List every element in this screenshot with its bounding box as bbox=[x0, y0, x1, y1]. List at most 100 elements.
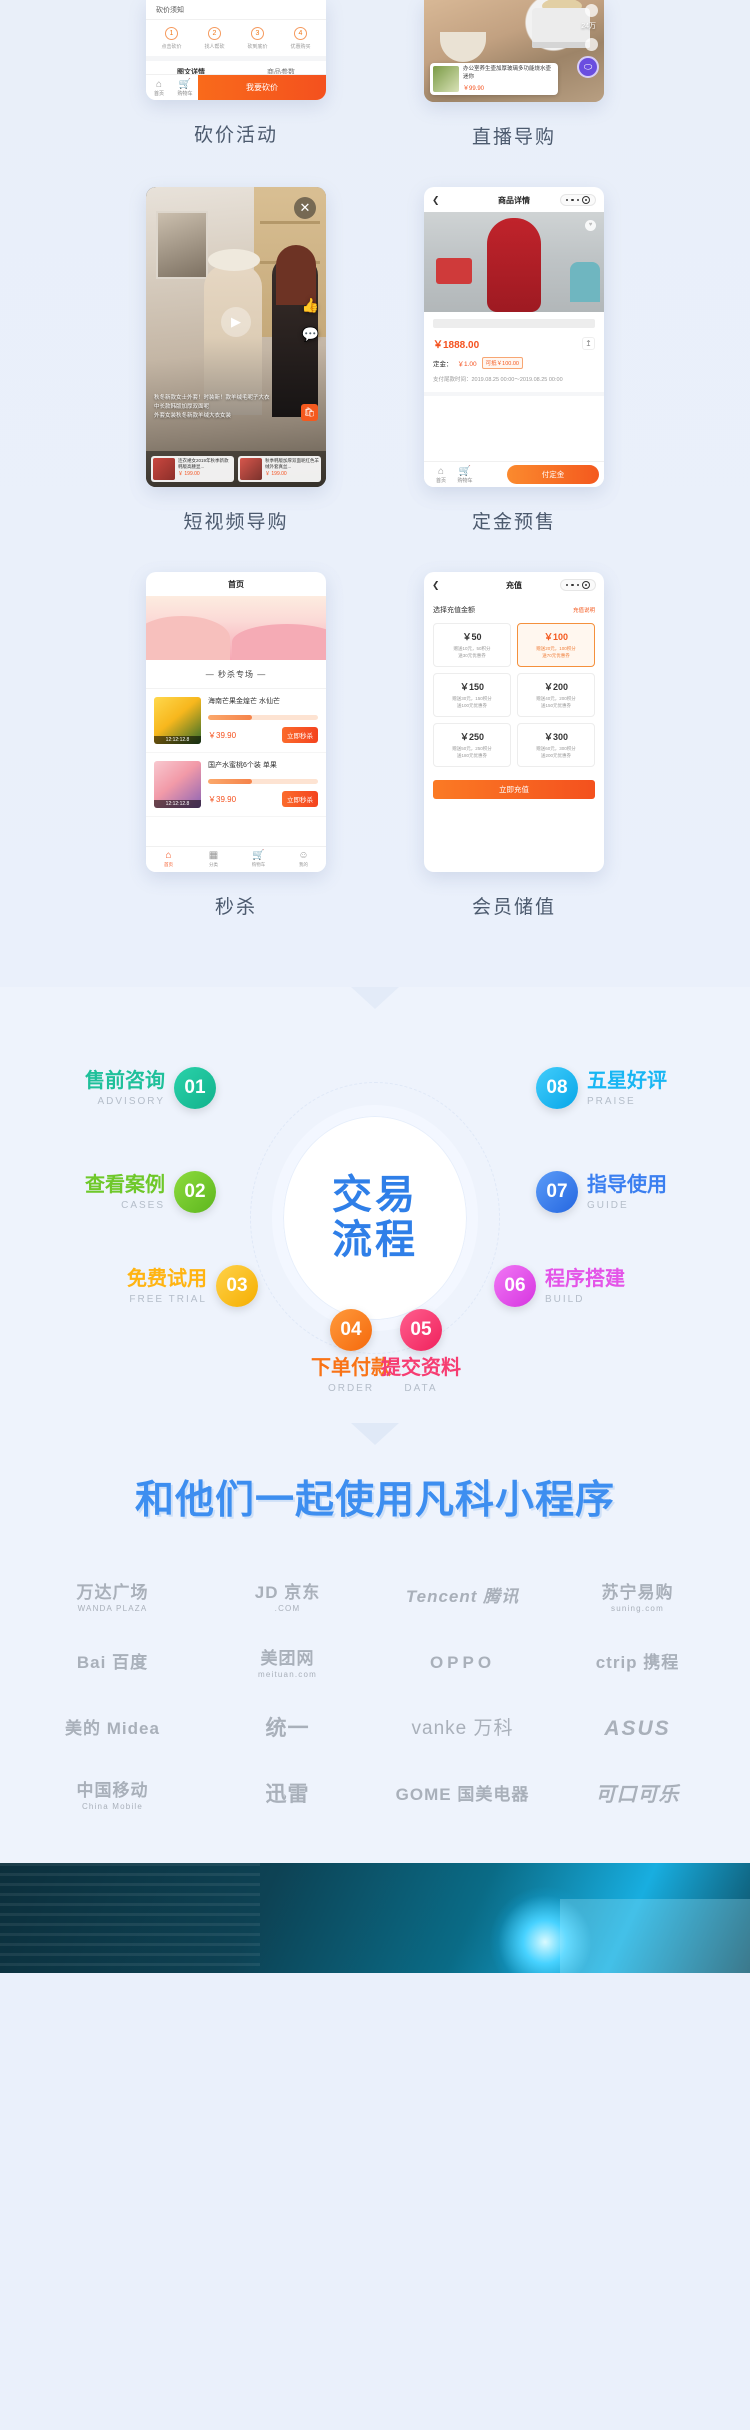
tab-category[interactable]: ▦ 分类 bbox=[191, 847, 236, 872]
amount-option-selected[interactable]: ￥100 赠送20元，100积分 送70元优惠券 bbox=[517, 623, 595, 667]
flow-diagram: 交易 流程 01 售前咨询 ADVISORY 02 查看案例 CASES 03 免费… bbox=[65, 1053, 685, 1394]
flow-node-03[interactable]: 03 免费试用 FREE TRIAL bbox=[127, 1265, 258, 1307]
phone-shortvideo[interactable]: ✕ ▶ 👍 💬 秋冬新款女士外套！时装新！款羊绒毛呢子大衣 中长款韩版加厚双面呢… bbox=[146, 187, 326, 487]
footer-blinds-decor bbox=[0, 1863, 260, 1973]
overlay-line-1: 秋冬新款女士外套！时装新！款羊绒毛呢子大衣 bbox=[154, 394, 270, 401]
recharge-subtitle-row: 选择充值金额 充值说明 bbox=[424, 597, 604, 619]
amount-desc: 赠送20元，100积分 送70元优惠券 bbox=[536, 646, 576, 658]
close-icon[interactable]: ✕ bbox=[294, 197, 316, 219]
list-item[interactable]: 连衣裙女2019年秋季新款韩版高腰显... ￥ 199.00 bbox=[151, 456, 234, 482]
wechat-capsule[interactable] bbox=[559, 579, 596, 591]
product-info: 秋季韩版加厚双面呢红色羊绒外套真丝... ￥ 199.00 bbox=[265, 458, 319, 480]
partners-title: 和他们一起使用凡科小程序 bbox=[134, 1479, 615, 1522]
caption-seckill: 秒杀 bbox=[214, 897, 257, 918]
flow-node-text: 提交资料 DATA bbox=[381, 1357, 461, 1394]
product-info: 办公室养生壶加厚玻璃多功能烧水壶迷你 ￥99.90 bbox=[463, 66, 555, 92]
phone-bargain[interactable]: 砍价须知 1 点击砍价 2 找人帮砍 3 砍到底价 4 优惠购买 图文详情 商品参数 ⌂… bbox=[146, 0, 326, 100]
list-item[interactable]: 12:12:12.8 国产水蜜桃6个装 单果 ￥39.90 立即秒杀 bbox=[146, 753, 326, 817]
list-item[interactable]: 12:12:12.8 海南芒果金煌芒 水仙芒 ￥39.90 立即秒杀 bbox=[146, 689, 326, 753]
phone-recharge[interactable]: ❮ 充值 选择充值金额 充值说明 ￥50 赠送10元，50积分 送30元优惠券 ￥ bbox=[424, 572, 604, 872]
step-label: 点击砍价 bbox=[161, 44, 182, 50]
target-icon[interactable] bbox=[582, 196, 590, 204]
progress-bar bbox=[208, 715, 318, 721]
cart-icon: 🛒 bbox=[252, 850, 265, 861]
flow-node-02[interactable]: 02 查看案例 CASES bbox=[85, 1171, 216, 1213]
pay-time-text: 支付尾款时间：2019.08.25 00:00～2019.08.25 00:00 bbox=[433, 377, 563, 383]
cart-icon[interactable]: 🛒 购物车 bbox=[453, 466, 477, 484]
bargain-steps: 1 点击砍价 2 找人帮砍 3 砍到底价 4 优惠购买 bbox=[146, 20, 326, 61]
amount-option[interactable]: ￥150 赠送30元，150积分 送100元优惠券 bbox=[433, 672, 511, 717]
more-dots-icon bbox=[565, 198, 568, 202]
step-item: 2 找人帮砍 bbox=[204, 27, 225, 50]
product-name: 国产水蜜桃6个装 单果 bbox=[208, 762, 277, 769]
shopping-bag-icon[interactable]: ⬭ bbox=[577, 56, 599, 78]
flow-node-text: 免费试用 FREE TRIAL bbox=[127, 1268, 207, 1305]
flow-node-text: 查看案例 CASES bbox=[85, 1174, 165, 1211]
recharge-button[interactable]: 立即充值 bbox=[433, 779, 595, 799]
amount-option[interactable]: ￥300 赠送60元，300积分 送200元优惠券 bbox=[517, 722, 595, 767]
amount-option[interactable]: ￥50 赠送10元，50积分 送30元优惠券 bbox=[433, 623, 511, 667]
tab-home[interactable]: ⌂ 首页 bbox=[146, 847, 191, 872]
flow-node-05[interactable]: 05 提交资料 DATA bbox=[381, 1309, 461, 1394]
pay-deposit-button[interactable]: 付定金 bbox=[507, 465, 599, 484]
logo-secondary: suning.com bbox=[611, 1604, 664, 1614]
showcase-cell-shortvideo: ✕ ▶ 👍 💬 秋冬新款女士外套！时装新！款羊绒毛呢子大衣 中长款韩版加厚双面呢… bbox=[116, 187, 356, 572]
video-mirror-decor bbox=[156, 211, 208, 279]
divider bbox=[424, 392, 604, 396]
flow-node-04[interactable]: 04 下单付款 ORDER bbox=[311, 1309, 391, 1394]
like-icon[interactable]: 👍 bbox=[302, 297, 319, 314]
cart-icon[interactable]: 🛒 购物车 bbox=[172, 79, 198, 97]
video-product-list: 连衣裙女2019年秋季新款韩版高腰显... ￥ 199.00 秋季韩版加厚双面呢… bbox=[146, 451, 326, 487]
caption-deposit: 定金预售 bbox=[471, 512, 556, 533]
recharge-help-link[interactable]: 充值说明 bbox=[573, 606, 595, 614]
tab-cart[interactable]: 🛒 购物车 bbox=[236, 847, 281, 872]
flow-node-number: 08 bbox=[536, 1067, 578, 1109]
product-price: ￥39.90 bbox=[208, 730, 237, 740]
logo: Bai 百度 bbox=[77, 1653, 148, 1675]
seckill-button[interactable]: 立即秒杀 bbox=[282, 791, 318, 808]
flow-node-text: 五星好评 PRAISE bbox=[587, 1070, 667, 1107]
recharge-navbar: ❮ 充值 bbox=[424, 572, 604, 597]
play-icon[interactable]: ▶ bbox=[221, 307, 251, 337]
flow-node-08[interactable]: 08 五星好评 PRAISE bbox=[536, 1067, 667, 1109]
logo-primary: 苏宁易购 bbox=[601, 1582, 674, 1602]
phone-live[interactable]: 24万 Sunnyli：这个质量是真的好! 木头哥：我想买! Yuchy：这个真… bbox=[424, 0, 604, 102]
tab-mine[interactable]: ☺ 我的 bbox=[281, 847, 326, 872]
comment-icon[interactable]: 💬 bbox=[302, 326, 319, 343]
share-icon[interactable]: ↥ bbox=[582, 337, 595, 350]
heart-icon[interactable]: ♥ bbox=[585, 220, 596, 231]
live-product-card[interactable]: 办公室养生壶加厚玻璃多功能烧水壶迷你 ￥99.90 bbox=[430, 63, 558, 95]
flow-node-07[interactable]: 07 指导使用 GUIDE bbox=[536, 1171, 667, 1213]
home-icon[interactable]: ⌂ 首页 bbox=[429, 466, 453, 484]
flow-node-subtitle: CASES bbox=[121, 1199, 165, 1211]
seckill-button[interactable]: 立即秒杀 bbox=[282, 727, 318, 744]
amount-option[interactable]: ￥250 赠送50元，250积分 送180元优惠券 bbox=[433, 722, 511, 767]
step-item: 3 砍到底价 bbox=[247, 27, 268, 50]
amount-desc: 赠送10元，50积分 送30元优惠券 bbox=[453, 646, 491, 658]
product-footer: ￥39.90 立即秒杀 bbox=[208, 791, 318, 808]
amount-value: ￥200 bbox=[543, 681, 569, 692]
user-icon: ☺ bbox=[298, 850, 309, 861]
list-item[interactable]: 秋季韩版加厚双面呢红色羊绒外套真丝... ￥ 199.00 bbox=[238, 456, 321, 482]
landing-page: 砍价须知 1 点击砍价 2 找人帮砍 3 砍到底价 4 优惠购买 图文详情 商品参数 ⌂… bbox=[0, 0, 750, 2430]
product-name: 海南芒果金煌芒 水仙芒 bbox=[208, 698, 280, 705]
partner-logo-vanke: vanke 万科 bbox=[375, 1697, 550, 1763]
home-icon[interactable]: ⌂ 首页 bbox=[146, 79, 172, 97]
tab-label: 分类 bbox=[209, 862, 218, 867]
overlay-line-2: 中长款韩版加厚双面呢 bbox=[154, 403, 210, 410]
wechat-capsule[interactable] bbox=[559, 194, 596, 206]
logo: 万达广场 WANDA PLAZA bbox=[77, 1583, 149, 1614]
partner-logo-chinamobile: 中国移动 China Mobile bbox=[25, 1763, 200, 1829]
partner-logo-asus: ASUS bbox=[550, 1697, 725, 1763]
bargain-cta-button[interactable]: 我要砍价 bbox=[198, 74, 326, 100]
bag-icon[interactable]: 🛍 bbox=[301, 404, 318, 421]
target-icon[interactable] bbox=[582, 581, 590, 589]
flow-node-01[interactable]: 01 售前咨询 ADVISORY bbox=[85, 1067, 216, 1109]
amount-option[interactable]: ￥200 赠送40元，200积分 送150元优惠券 bbox=[517, 672, 595, 717]
amount-desc: 赠送40元，200积分 送150元优惠券 bbox=[536, 695, 576, 708]
step-label: 砍到底价 bbox=[247, 44, 268, 50]
phone-seckill[interactable]: 首页 — 秒杀专场 — 12:12:12.8 海南芒果金煌芒 水仙芒 ￥39.9… bbox=[146, 572, 326, 872]
phone-deposit[interactable]: ❮ 商品详情 ♥ ￥1888.00 ↥ 定金： ￥1.00 可抵￥100.00 … bbox=[424, 187, 604, 487]
price-row: ￥1888.00 ↥ bbox=[424, 328, 604, 351]
flow-node-06[interactable]: 06 程序搭建 BUILD bbox=[494, 1265, 625, 1307]
